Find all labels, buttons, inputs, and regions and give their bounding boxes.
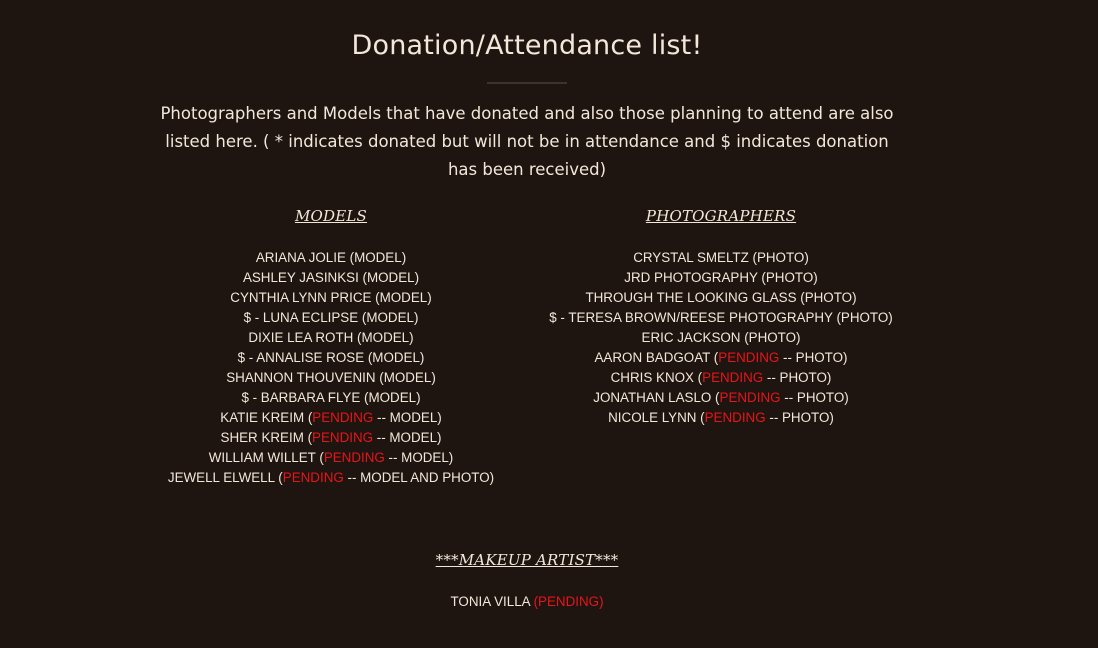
list-item: JONATHAN LASLO (PENDING -- PHOTO) — [540, 388, 902, 408]
pending-status: PENDING — [323, 450, 385, 465]
list-item: SHER KREIM (PENDING -- MODEL) — [160, 428, 502, 448]
pending-status: (PENDING) — [533, 594, 604, 609]
pending-status: PENDING — [702, 370, 764, 385]
entry-text: ERIC JACKSON (PHOTO) — [641, 330, 801, 345]
entry-role: -- PHOTO) — [779, 350, 848, 365]
entry-text: DIXIE LEA ROTH (MODEL) — [248, 330, 414, 345]
list-item: $ - BARBARA FLYE (MODEL) — [160, 388, 502, 408]
list-item: ASHLEY JASINKSI (MODEL) — [160, 268, 502, 288]
entry-text: ASHLEY JASINKSI (MODEL) — [242, 270, 420, 285]
entry-name: WILLIAM WILLET ( — [208, 450, 324, 465]
entry-text: $ - BARBARA FLYE (MODEL) — [241, 390, 421, 405]
entry-text: $ - TERESA BROWN/REESE PHOTOGRAPHY (PHOT… — [549, 310, 893, 325]
entry-role: -- MODEL) — [373, 430, 442, 445]
list-item: WILLIAM WILLET (PENDING -- MODEL) — [160, 448, 502, 468]
entry-name: JONATHAN LASLO ( — [593, 390, 720, 405]
list-item: DIXIE LEA ROTH (MODEL) — [160, 328, 502, 348]
entry-name: TONIA VILLA — [450, 594, 534, 609]
entry-role: -- MODEL AND PHOTO) — [343, 470, 495, 485]
makeup-artist-heading: ***MAKEUP ARTIST*** — [435, 551, 619, 569]
entry-text: THROUGH THE LOOKING GLASS (PHOTO) — [585, 290, 857, 305]
photographers-list: CRYSTAL SMELTZ (PHOTO) JRD PHOTOGRAPHY (P… — [540, 248, 902, 428]
intro-text: Photographers and Models that have donat… — [160, 104, 894, 179]
list-item: ERIC JACKSON (PHOTO) — [540, 328, 902, 348]
list-item: THROUGH THE LOOKING GLASS (PHOTO) — [540, 288, 902, 308]
list-item: KATIE KREIM (PENDING -- MODEL) — [160, 408, 502, 428]
entry-text: JRD PHOTOGRAPHY (PHOTO) — [624, 270, 818, 285]
photographers-column: PHOTOGRAPHERS CRYSTAL SMELTZ (PHOTO) JRD … — [540, 206, 902, 428]
entry-text: CYNTHIA LYNN PRICE (MODEL) — [230, 290, 432, 305]
entry-name: CHRIS KNOX ( — [610, 370, 703, 385]
list-item: NICOLE LYNN (PENDING -- PHOTO) — [540, 408, 902, 428]
entry-text: ARIANA JOLIE (MODEL) — [255, 250, 407, 265]
list-item: AARON BADGOAT (PENDING -- PHOTO) — [540, 348, 902, 368]
pending-status: PENDING — [718, 350, 780, 365]
list-item: ARIANA JOLIE (MODEL) — [160, 248, 502, 268]
list-item: CHRIS KNOX (PENDING -- PHOTO) — [540, 368, 902, 388]
pending-status: PENDING — [704, 410, 766, 425]
entry-role: -- MODEL) — [373, 410, 442, 425]
pending-status: PENDING — [312, 410, 374, 425]
page-title: Donation/Attendance list! — [351, 30, 703, 61]
list-item: SHANNON THOUVENIN (MODEL) — [160, 368, 502, 388]
list-item: JRD PHOTOGRAPHY (PHOTO) — [540, 268, 902, 288]
pending-status: PENDING — [719, 390, 781, 405]
entry-name: NICOLE LYNN ( — [608, 410, 705, 425]
entry-name: JEWELL ELWELL ( — [167, 470, 283, 485]
models-column: MODELS ARIANA JOLIE (MODEL) ASHLEY JASINK… — [160, 206, 502, 488]
photographers-heading: PHOTOGRAPHERS — [645, 207, 797, 225]
models-heading: MODELS — [294, 207, 368, 225]
entry-name: AARON BADGOAT ( — [594, 350, 719, 365]
entry-name: KATIE KREIM ( — [220, 410, 313, 425]
makeup-artist-section: ***MAKEUP ARTIST*** TONIA VILLA (PENDING… — [377, 550, 677, 612]
list-item: $ - LUNA ECLIPSE (MODEL) — [160, 308, 502, 328]
entry-role: -- PHOTO) — [765, 410, 834, 425]
list-item: CRYSTAL SMELTZ (PHOTO) — [540, 248, 902, 268]
entry-role: -- PHOTO) — [763, 370, 832, 385]
makeup-artist-list: TONIA VILLA (PENDING) — [377, 592, 677, 612]
entry-role: -- MODEL) — [384, 450, 454, 465]
pending-status: PENDING — [282, 470, 344, 485]
list-item: TONIA VILLA (PENDING) — [377, 592, 677, 612]
list-item: $ - TERESA BROWN/REESE PHOTOGRAPHY (PHOT… — [540, 308, 902, 328]
title-divider — [487, 82, 567, 84]
pending-status: PENDING — [312, 430, 374, 445]
list-item: CYNTHIA LYNN PRICE (MODEL) — [160, 288, 502, 308]
models-list: ARIANA JOLIE (MODEL) ASHLEY JASINKSI (MOD… — [160, 248, 502, 488]
list-item: JEWELL ELWELL (PENDING -- MODEL AND PHOT… — [160, 468, 502, 488]
entry-role: -- PHOTO) — [780, 390, 849, 405]
list-item: $ - ANNALISE ROSE (MODEL) — [160, 348, 502, 368]
entry-text: $ - LUNA ECLIPSE (MODEL) — [243, 310, 419, 325]
entry-text: CRYSTAL SMELTZ (PHOTO) — [633, 250, 809, 265]
entry-text: SHANNON THOUVENIN (MODEL) — [226, 370, 436, 385]
entry-text: $ - ANNALISE ROSE (MODEL) — [237, 350, 425, 365]
entry-name: SHER KREIM ( — [220, 430, 313, 445]
